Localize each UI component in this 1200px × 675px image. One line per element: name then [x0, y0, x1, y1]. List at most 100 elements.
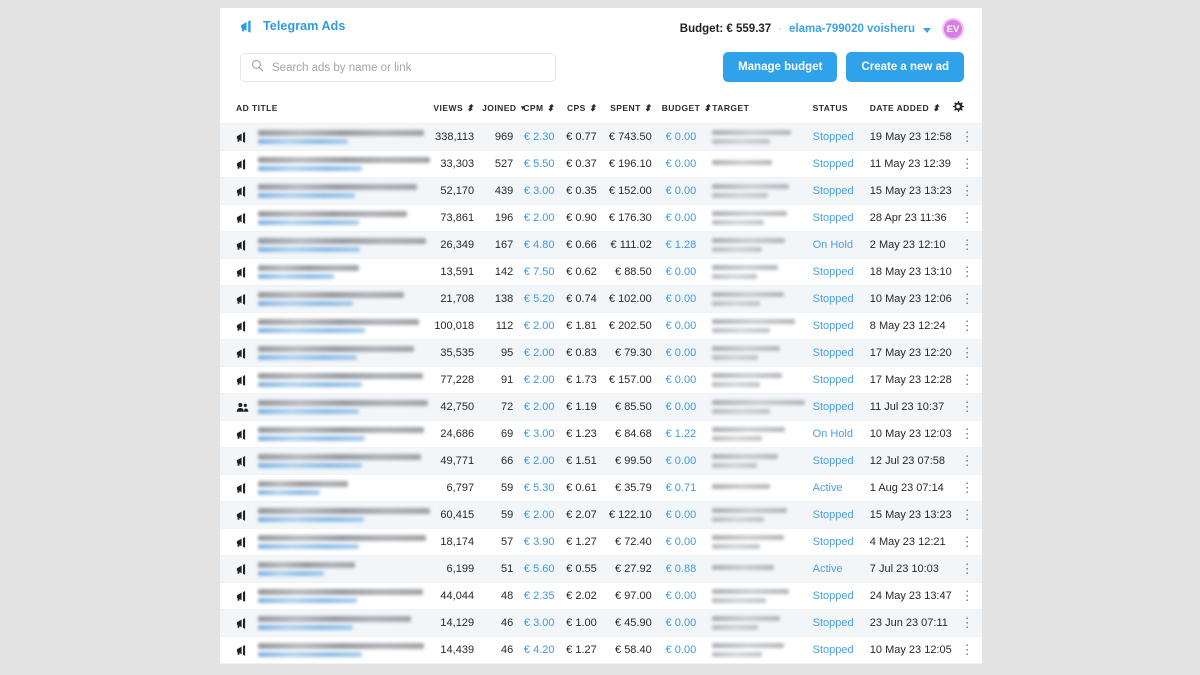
status-badge[interactable]: Stopped	[813, 266, 854, 278]
cell-row-menu[interactable]: ⋮	[952, 583, 982, 610]
table-row[interactable]: 35,53595€ 2.00€ 0.83€ 79.30€ 0.00Stopped…	[220, 340, 982, 367]
status-badge[interactable]: Stopped	[813, 590, 854, 602]
cell-ad-title[interactable]	[220, 367, 431, 394]
cell-status[interactable]: Stopped	[809, 367, 868, 394]
kebab-menu-icon[interactable]: ⋮	[961, 210, 974, 225]
cell-status[interactable]: Stopped	[809, 205, 868, 232]
col-header-budget[interactable]: BUDGET	[662, 94, 709, 124]
status-badge[interactable]: Stopped	[813, 212, 854, 224]
cell-ad-title[interactable]	[220, 610, 431, 637]
table-row[interactable]: 14,12946€ 3.00€ 1.00€ 45.90€ 0.00Stopped…	[220, 610, 982, 637]
status-badge[interactable]: On Hold	[813, 239, 853, 251]
kebab-menu-icon[interactable]: ⋮	[961, 129, 974, 144]
avatar[interactable]: EV	[942, 18, 964, 40]
col-header-cps[interactable]: CPS	[565, 94, 607, 124]
cell-ad-title[interactable]	[220, 313, 431, 340]
cell-row-menu[interactable]: ⋮	[952, 610, 982, 637]
col-header-ad-title[interactable]: AD TITLE	[220, 94, 431, 124]
table-row[interactable]: 6,19951€ 5.60€ 0.55€ 27.92€ 0.88Active7 …	[220, 556, 982, 583]
status-badge[interactable]: On Hold	[813, 428, 853, 440]
table-row[interactable]: 33,303527€ 5.50€ 0.37€ 196.10€ 0.00Stopp…	[220, 151, 982, 178]
cell-status[interactable]: Stopped	[809, 610, 868, 637]
cell-status[interactable]: Stopped	[809, 502, 868, 529]
cell-row-menu[interactable]: ⋮	[952, 367, 982, 394]
manage-budget-button[interactable]: Manage budget	[723, 52, 837, 82]
table-row[interactable]: 14,43946€ 4.20€ 1.27€ 58.40€ 0.00Stopped…	[220, 637, 982, 664]
kebab-menu-icon[interactable]: ⋮	[961, 318, 974, 333]
cell-status[interactable]: Stopped	[809, 124, 868, 151]
cell-ad-title[interactable]	[220, 529, 431, 556]
kebab-menu-icon[interactable]: ⋮	[961, 561, 974, 576]
status-badge[interactable]: Stopped	[813, 158, 854, 170]
cell-status[interactable]: Stopped	[809, 259, 868, 286]
cell-row-menu[interactable]: ⋮	[952, 286, 982, 313]
search-box[interactable]	[240, 53, 556, 82]
kebab-menu-icon[interactable]: ⋮	[961, 426, 974, 441]
table-row[interactable]: 44,04448€ 2.35€ 2.02€ 97.00€ 0.00Stopped…	[220, 583, 982, 610]
col-header-status[interactable]: STATUS	[809, 94, 868, 124]
kebab-menu-icon[interactable]: ⋮	[961, 237, 974, 252]
cell-row-menu[interactable]: ⋮	[952, 475, 982, 502]
table-row[interactable]: 18,17457€ 3.90€ 1.27€ 72.40€ 0.00Stopped…	[220, 529, 982, 556]
cell-ad-title[interactable]	[220, 637, 431, 664]
kebab-menu-icon[interactable]: ⋮	[961, 399, 974, 414]
sort-down-icon[interactable]	[519, 105, 526, 114]
cell-ad-title[interactable]	[220, 475, 431, 502]
table-row[interactable]: 26,349167€ 4.80€ 0.66€ 111.02€ 1.28On Ho…	[220, 232, 982, 259]
cell-row-menu[interactable]: ⋮	[952, 394, 982, 421]
gear-icon[interactable]	[952, 101, 964, 115]
kebab-menu-icon[interactable]: ⋮	[961, 372, 974, 387]
cell-ad-title[interactable]	[220, 448, 431, 475]
kebab-menu-icon[interactable]: ⋮	[961, 642, 974, 657]
cell-row-menu[interactable]: ⋮	[952, 637, 982, 664]
table-row[interactable]: 13,591142€ 7.50€ 0.62€ 88.50€ 0.00Stoppe…	[220, 259, 982, 286]
sort-updown-icon[interactable]	[589, 104, 597, 113]
status-badge[interactable]: Stopped	[813, 131, 854, 143]
cell-row-menu[interactable]: ⋮	[952, 529, 982, 556]
cell-row-menu[interactable]: ⋮	[952, 232, 982, 259]
cell-row-menu[interactable]: ⋮	[952, 556, 982, 583]
col-header-cpm[interactable]: CPM	[522, 94, 564, 124]
status-badge[interactable]: Stopped	[813, 536, 854, 548]
kebab-menu-icon[interactable]: ⋮	[961, 588, 974, 603]
status-badge[interactable]: Stopped	[813, 644, 854, 656]
kebab-menu-icon[interactable]: ⋮	[961, 291, 974, 306]
cell-status[interactable]: On Hold	[809, 421, 868, 448]
status-badge[interactable]: Stopped	[813, 185, 854, 197]
cell-ad-title[interactable]	[220, 205, 431, 232]
cell-ad-title[interactable]	[220, 394, 431, 421]
kebab-menu-icon[interactable]: ⋮	[961, 453, 974, 468]
cell-ad-title[interactable]	[220, 124, 431, 151]
cell-status[interactable]: Stopped	[809, 448, 868, 475]
sort-updown-icon[interactable]	[466, 104, 474, 113]
cell-ad-title[interactable]	[220, 556, 431, 583]
cell-row-menu[interactable]: ⋮	[952, 205, 982, 232]
brand-logo[interactable]: Telegram Ads	[240, 19, 345, 33]
status-badge[interactable]: Stopped	[813, 617, 854, 629]
cell-status[interactable]: On Hold	[809, 232, 868, 259]
status-badge[interactable]: Stopped	[813, 455, 854, 467]
table-row[interactable]: 6,79759€ 5.30€ 0.61€ 35.79€ 0.71Active1 …	[220, 475, 982, 502]
cell-status[interactable]: Stopped	[809, 394, 868, 421]
table-row[interactable]: 338,113969€ 2.30€ 0.77€ 743.50€ 0.00Stop…	[220, 124, 982, 151]
table-row[interactable]: 60,41559€ 2.00€ 2.07€ 122.10€ 0.00Stoppe…	[220, 502, 982, 529]
cell-ad-title[interactable]	[220, 178, 431, 205]
kebab-menu-icon[interactable]: ⋮	[961, 480, 974, 495]
table-row[interactable]: 24,68669€ 3.00€ 1.23€ 84.68€ 1.22On Hold…	[220, 421, 982, 448]
cell-status[interactable]: Stopped	[809, 313, 868, 340]
kebab-menu-icon[interactable]: ⋮	[961, 183, 974, 198]
cell-status[interactable]: Stopped	[809, 151, 868, 178]
col-header-views[interactable]: VIEWS	[431, 94, 482, 124]
account-name[interactable]: elama-799020 voisheru	[789, 23, 915, 35]
cell-ad-title[interactable]	[220, 151, 431, 178]
kebab-menu-icon[interactable]: ⋮	[961, 507, 974, 522]
status-badge[interactable]: Stopped	[813, 374, 854, 386]
kebab-menu-icon[interactable]: ⋮	[961, 534, 974, 549]
status-badge[interactable]: Active	[813, 563, 843, 575]
cell-status[interactable]: Active	[809, 556, 868, 583]
status-badge[interactable]: Stopped	[813, 347, 854, 359]
cell-row-menu[interactable]: ⋮	[952, 124, 982, 151]
kebab-menu-icon[interactable]: ⋮	[961, 264, 974, 279]
status-badge[interactable]: Stopped	[813, 401, 854, 413]
kebab-menu-icon[interactable]: ⋮	[961, 156, 974, 171]
